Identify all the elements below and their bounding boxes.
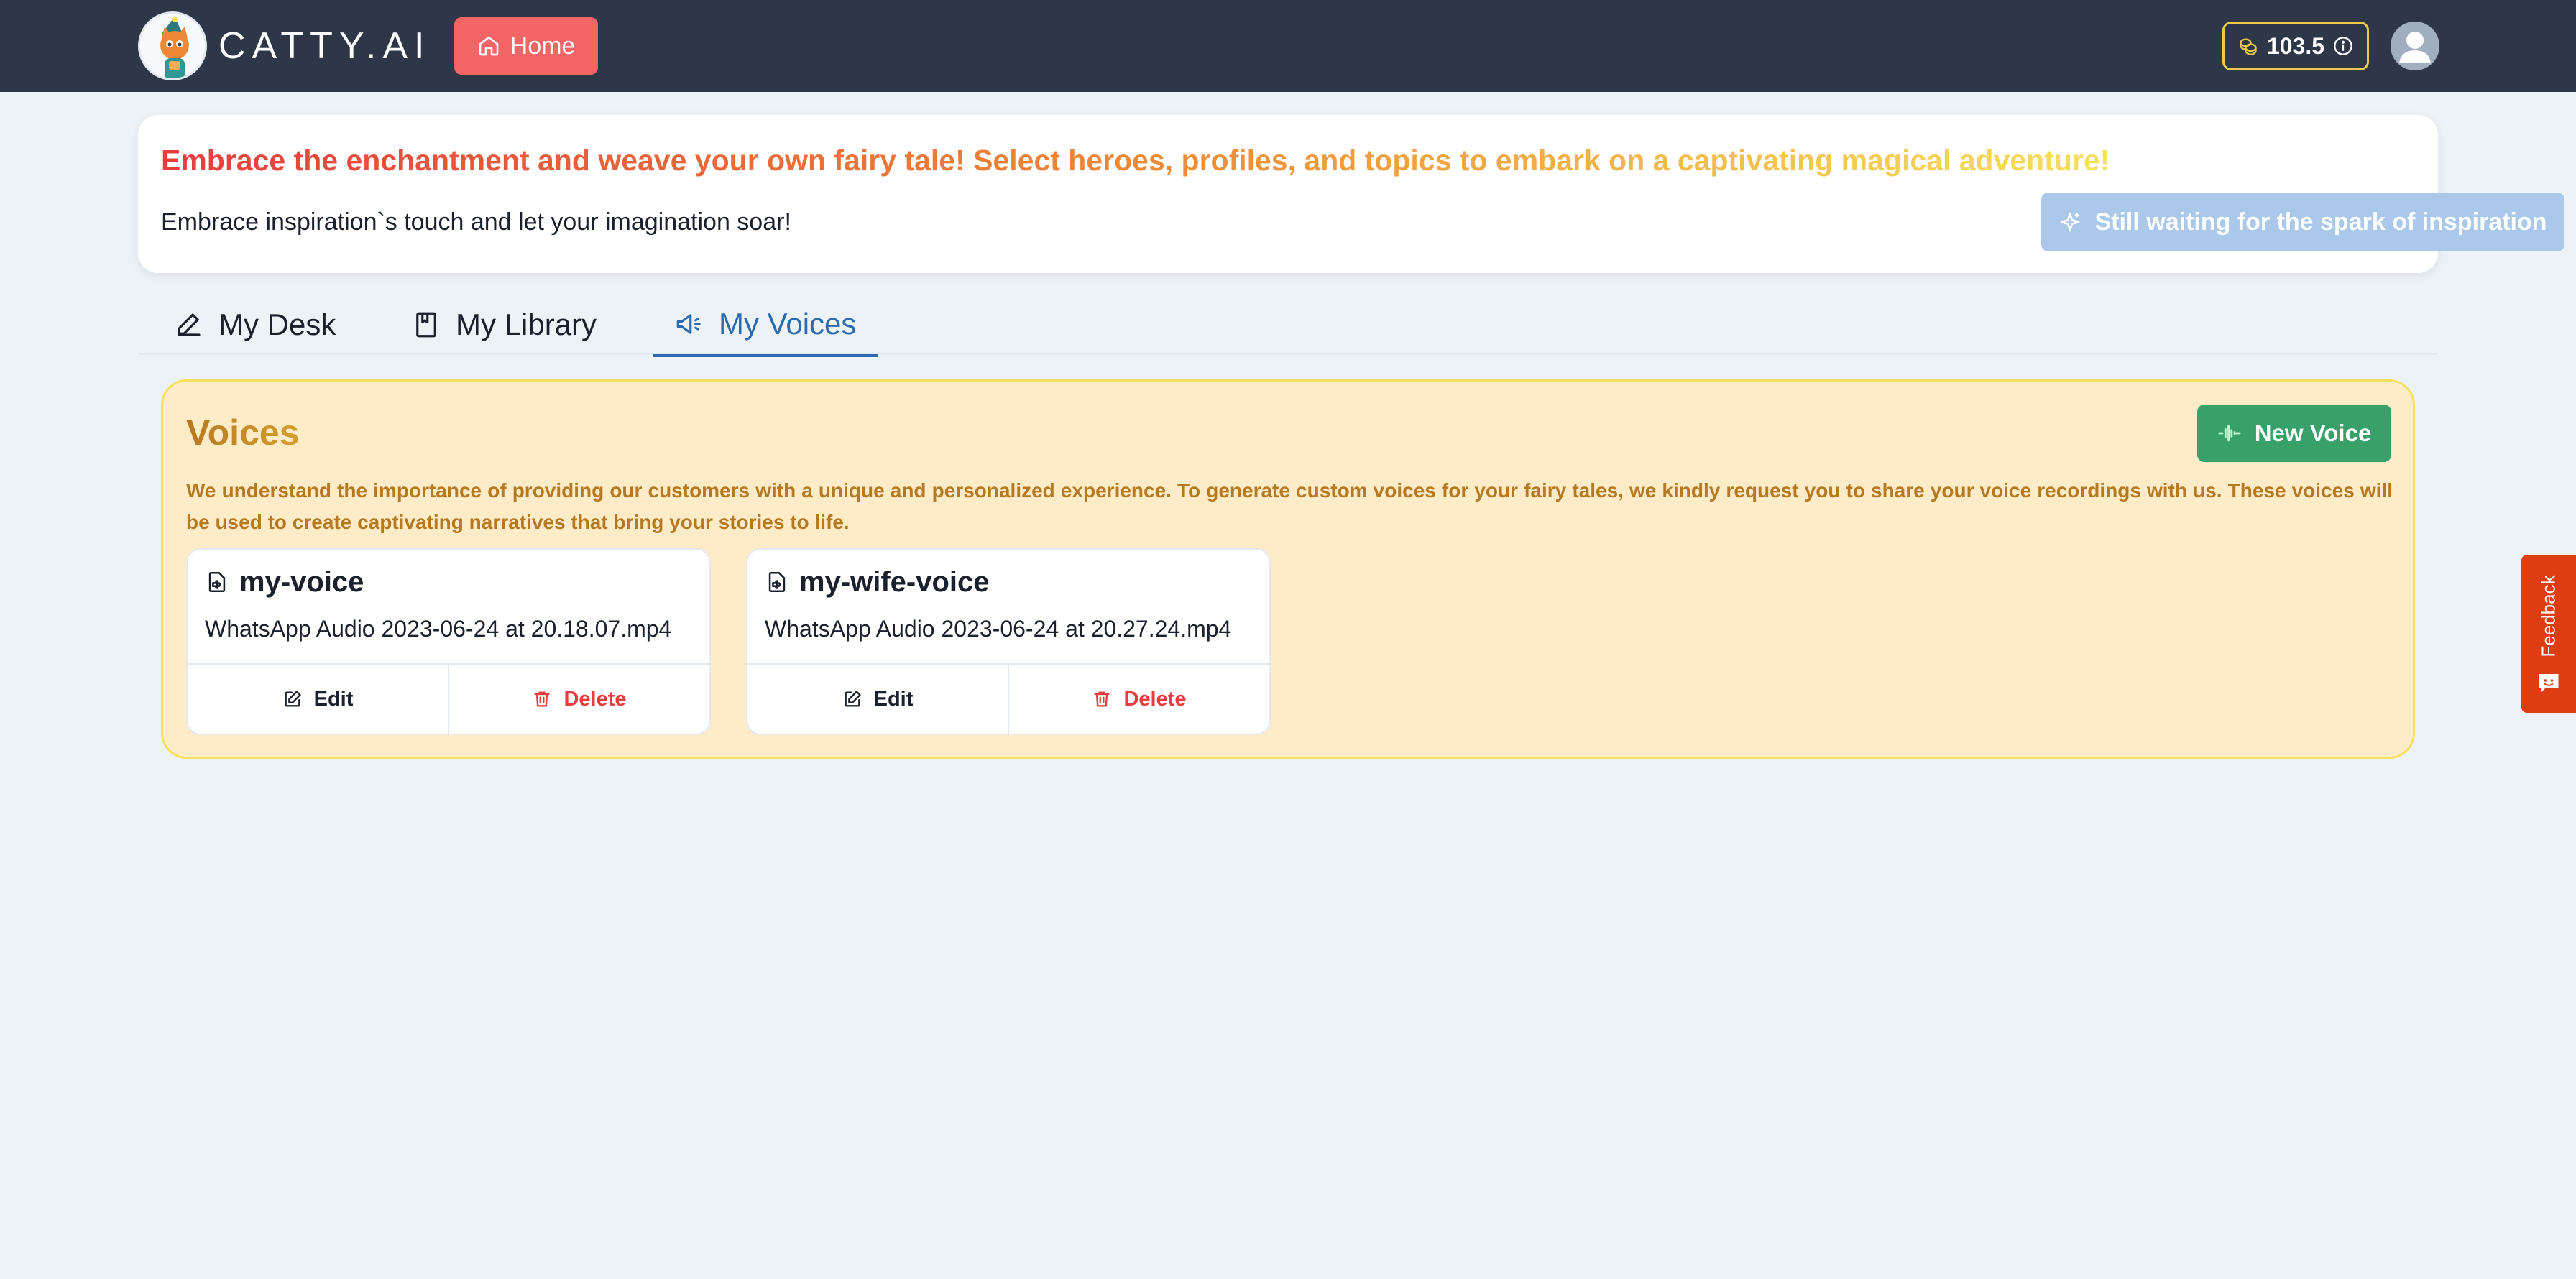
banner-subtitle: Embrace inspiration`s touch and let your… <box>161 208 791 236</box>
sparkles-icon <box>2061 212 2080 232</box>
voice-file-name: WhatsApp Audio 2023-06-24 at 20.27.24.mp… <box>765 616 1232 642</box>
top-navbar: CATTY.AI Home 103.5 <box>0 0 2576 92</box>
trash-icon <box>534 691 550 707</box>
waveform-icon <box>2218 425 2241 442</box>
inspiration-button-label: Still waiting for the spark of inspirati… <box>2094 208 2547 236</box>
tab-label: My Voices <box>719 307 857 341</box>
voice-card: my-voice WhatsApp Audio 2023-06-24 at 20… <box>186 548 711 735</box>
main-tabs: My Desk My Library My Voices <box>138 295 2438 357</box>
feedback-label: Feedback <box>2537 574 2559 657</box>
book-icon <box>416 312 436 338</box>
voice-card: my-wife-voice WhatsApp Audio 2023-06-24 … <box>746 548 1271 735</box>
voice-file-name: WhatsApp Audio 2023-06-24 at 20.18.07.mp… <box>205 616 672 642</box>
user-icon <box>2391 22 2439 70</box>
delete-label: Delete <box>564 687 627 711</box>
tab-my-desk[interactable]: My Desk <box>152 295 357 355</box>
delete-voice-button[interactable]: Delete <box>1008 665 1269 734</box>
pencil-icon <box>178 313 201 336</box>
edit-icon <box>845 691 861 707</box>
voice-card-actions: Edit Delete <box>188 663 709 734</box>
edit-voice-button[interactable]: Edit <box>748 665 1008 734</box>
new-voice-button[interactable]: New Voice <box>2197 405 2391 462</box>
trash-icon <box>1094 691 1110 707</box>
tab-my-voices[interactable]: My Voices <box>653 295 878 357</box>
tab-label: My Desk <box>218 308 336 341</box>
megaphone-icon <box>676 314 701 334</box>
feedback-tab[interactable]: Feedback <box>2521 555 2576 713</box>
home-button[interactable]: Home <box>454 17 598 75</box>
user-avatar[interactable] <box>2391 22 2439 70</box>
tab-label: My Library <box>456 308 597 341</box>
edit-voice-button[interactable]: Edit <box>188 665 448 734</box>
brand-name: CATTY.AI <box>218 25 431 67</box>
coins-icon <box>2240 38 2257 55</box>
voices-description: We understand the importance of providin… <box>186 479 2393 533</box>
voice-name: my-wife-voice <box>799 566 990 598</box>
home-button-label: Home <box>510 32 576 60</box>
credits-badge[interactable]: 103.5 <box>2222 22 2369 70</box>
edit-icon <box>285 691 301 707</box>
credits-value: 103.5 <box>2266 32 2325 59</box>
audio-file-icon <box>768 571 786 593</box>
delete-voice-button[interactable]: Delete <box>448 665 709 734</box>
inspiration-banner: Embrace the enchantment and weave your o… <box>138 115 2564 273</box>
voice-card-actions: Edit Delete <box>748 663 1269 734</box>
home-icon <box>479 36 498 56</box>
edit-label: Edit <box>873 687 914 711</box>
voice-name: my-voice <box>239 566 364 598</box>
voices-title: Voices <box>186 410 300 455</box>
delete-label: Delete <box>1123 687 1187 711</box>
inspiration-button[interactable]: Still waiting for the spark of inspirati… <box>2041 193 2564 251</box>
tab-my-library[interactable]: My Library <box>390 295 618 355</box>
banner-title: Embrace the enchantment and weave your o… <box>161 144 2110 177</box>
new-voice-label: New Voice <box>2254 420 2372 446</box>
info-icon[interactable] <box>2333 36 2353 56</box>
voices-panel: Voices New Voice We understand the impor… <box>161 379 2415 759</box>
audio-file-icon <box>208 571 226 593</box>
catty-logo-avatar[interactable] <box>138 11 207 80</box>
chat-smile-icon <box>2539 674 2559 693</box>
edit-label: Edit <box>313 687 354 711</box>
